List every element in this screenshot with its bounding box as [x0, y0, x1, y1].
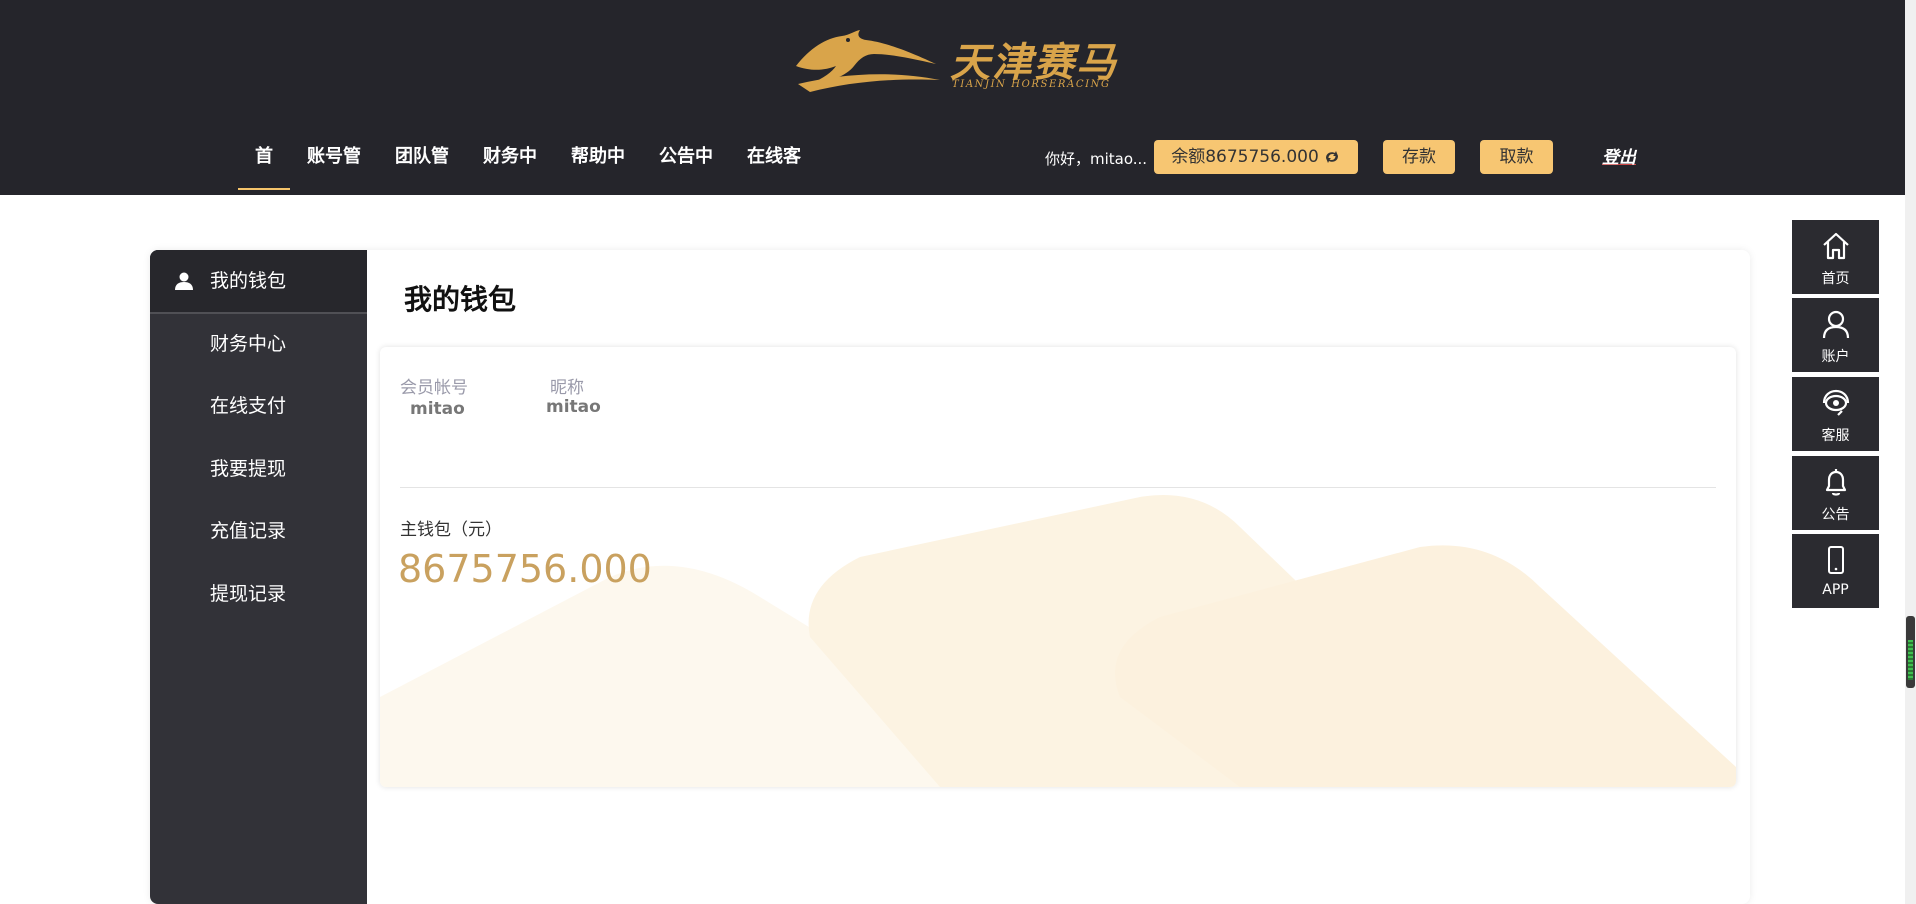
site-logo[interactable]: 天津赛马 TIANJIN HORSERACING — [790, 26, 1116, 94]
user-icon — [1822, 310, 1850, 339]
balance-button[interactable]: 余额8675756.000 — [1154, 140, 1358, 174]
top-header: 天津赛马 TIANJIN HORSERACING 首 账号管 团队管 财务中 帮… — [0, 0, 1905, 195]
horse-logo-icon — [796, 30, 940, 92]
main-wallet-label: 主钱包（元） — [400, 520, 502, 540]
sidebar-item-withdraw-records[interactable]: 提现记录 — [150, 563, 367, 625]
float-item-home[interactable]: 首页 — [1792, 220, 1879, 294]
float-item-app[interactable]: APP — [1792, 534, 1879, 608]
nav-item-account[interactable]: 账号管 — [290, 136, 378, 190]
main-wallet-amount: 8675756.000 — [398, 547, 652, 591]
home-icon — [1823, 232, 1849, 260]
sidebar-item-online-pay[interactable]: 在线支付 — [150, 375, 367, 437]
logout-button[interactable]: 登出 — [1594, 144, 1644, 172]
logo-subtitle: TIANJIN HORSERACING — [952, 79, 1111, 90]
sidebar: 我的钱包 财务中心 在线支付 我要提现 充值记录 提现记录 — [150, 250, 367, 904]
balance-label: 余额8675756.000 — [1171, 147, 1319, 167]
deposit-button[interactable]: 存款 — [1383, 140, 1455, 174]
float-item-support[interactable]: 客服 — [1792, 377, 1879, 451]
refresh-icon[interactable] — [1323, 149, 1341, 165]
nav-item-help[interactable]: 帮助中 — [554, 136, 642, 190]
sidebar-item-label: 我的钱包 — [210, 270, 287, 292]
float-item-notice[interactable]: 公告 — [1792, 456, 1879, 530]
float-item-label: 账户 — [1821, 349, 1850, 365]
account-value: mitao — [410, 399, 465, 419]
sidebar-item-finance-center[interactable]: 财务中心 — [150, 313, 367, 375]
scrollbar-thumb[interactable] — [1906, 616, 1915, 688]
sidebar-item-withdraw[interactable]: 我要提现 — [150, 438, 367, 500]
nickname-label: 昵称 — [550, 378, 584, 398]
float-item-account[interactable]: 账户 — [1792, 298, 1879, 372]
float-item-label: 首页 — [1821, 271, 1850, 287]
divider — [400, 487, 1716, 488]
nav-item-team[interactable]: 团队管 — [378, 136, 466, 190]
phone-icon — [1828, 546, 1844, 574]
nav-item-home[interactable]: 首 — [238, 136, 290, 190]
sidebar-item-my-wallet[interactable]: 我的钱包 — [150, 250, 367, 312]
nav-item-support[interactable]: 在线客 — [730, 136, 818, 190]
wallet-panel: 会员帐号 mitao 昵称 mitao 主钱包（元） 8675756.000 — [380, 347, 1736, 787]
withdraw-button[interactable]: 取款 — [1480, 140, 1553, 174]
float-item-label: APP — [1822, 582, 1849, 598]
account-label: 会员帐号 — [400, 378, 468, 398]
bell-icon — [1825, 469, 1847, 496]
wallet-card: 我的钱包 财务中心 在线支付 我要提现 充值记录 提现记录 我的钱包 会员帐号 … — [150, 250, 1750, 904]
nav-item-notice[interactable]: 公告中 — [642, 136, 730, 190]
page-title: 我的钱包 — [404, 283, 517, 316]
sidebar-item-recharge-records[interactable]: 充值记录 — [150, 500, 367, 562]
headset-icon — [1822, 389, 1850, 416]
main-nav: 首 账号管 团队管 财务中 帮助中 公告中 在线客 — [238, 136, 818, 190]
float-item-label: 公告 — [1821, 507, 1850, 523]
page: 天津赛马 TIANJIN HORSERACING 首 账号管 团队管 财务中 帮… — [0, 0, 1916, 904]
nav-item-finance[interactable]: 财务中 — [466, 136, 554, 190]
nickname-value: mitao — [546, 397, 601, 417]
float-item-label: 客服 — [1821, 428, 1850, 444]
scrollbar-track[interactable] — [1905, 0, 1916, 904]
user-greeting: 你好，mitao... — [1045, 150, 1148, 168]
user-icon — [175, 272, 193, 290]
